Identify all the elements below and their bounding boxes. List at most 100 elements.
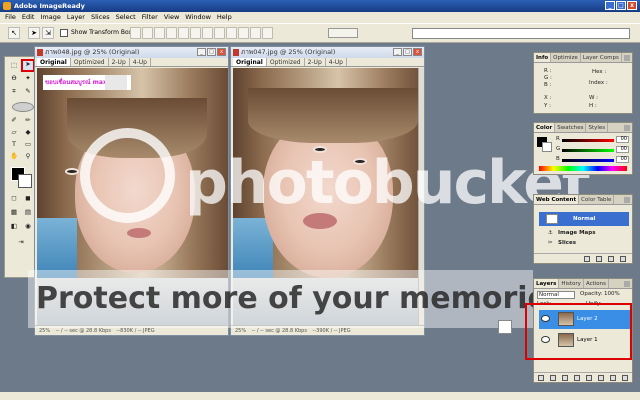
move-tool-icon[interactable]: ➤ [21, 59, 35, 72]
tab-optimized[interactable]: Optimized [267, 58, 305, 66]
tab-styles[interactable]: Styles [586, 123, 609, 132]
channel-b-value[interactable]: 00 [616, 156, 629, 163]
color-ramp[interactable] [539, 166, 627, 171]
color-bg-swatch[interactable] [542, 142, 552, 152]
document-minimize-button[interactable]: _ [197, 48, 206, 56]
distribute-top-icon[interactable] [202, 27, 213, 39]
align-top-icon[interactable] [130, 27, 141, 39]
background-color-swatch[interactable] [18, 174, 32, 188]
zoom-level[interactable]: 25% [39, 328, 50, 334]
type-tool-icon[interactable]: T [8, 139, 20, 149]
panel-close-icon[interactable] [624, 197, 630, 203]
new-layer-icon[interactable] [610, 375, 616, 381]
palette-well[interactable] [412, 28, 630, 39]
panel-close-icon[interactable] [624, 55, 630, 61]
tab-original[interactable]: Original [37, 58, 71, 66]
tab-optimize[interactable]: Optimize [551, 53, 581, 62]
document-title-bar[interactable]: ภาพ047.jpg @ 25% (Original) _ □ x [231, 47, 424, 58]
layer-mask-icon[interactable] [562, 375, 568, 381]
zoom-tool-icon[interactable]: ⚲ [22, 151, 34, 161]
standard-mode-icon[interactable]: ◻ [8, 193, 20, 203]
tab-2-up[interactable]: 2-Up [305, 58, 326, 66]
new-slice-icon[interactable] [584, 256, 590, 262]
panel-close-icon[interactable] [624, 125, 630, 131]
align-middle-icon[interactable] [142, 27, 153, 39]
channel-b-slider[interactable] [562, 159, 614, 162]
zoom-level[interactable]: 25% [235, 328, 246, 334]
slice-tool-icon[interactable]: ✎ [22, 86, 34, 96]
distribute-right-icon[interactable] [262, 27, 273, 39]
tab-history[interactable]: History [559, 279, 584, 288]
menu-view[interactable]: View [161, 12, 182, 23]
maximize-button[interactable]: □ [616, 1, 626, 10]
align-bottom-icon[interactable] [154, 27, 165, 39]
select-arrow-icon[interactable]: ➤ [28, 27, 40, 39]
menu-slices[interactable]: Slices [88, 12, 113, 23]
menu-filter[interactable]: Filter [139, 12, 161, 23]
image-map-visibility-icon[interactable]: ▦ [8, 207, 20, 217]
duplicate-icon[interactable] [608, 256, 614, 262]
minimize-button[interactable]: _ [605, 1, 615, 10]
menu-layer[interactable]: Layer [64, 12, 88, 23]
distribute-middle-icon[interactable] [214, 27, 225, 39]
opacity-value[interactable]: 100% [604, 291, 620, 297]
tab-info[interactable]: Info [534, 53, 552, 62]
distribute-bottom-icon[interactable] [226, 27, 237, 39]
layer-set-icon[interactable] [574, 375, 580, 381]
pencil-tool-icon[interactable]: ✏ [22, 115, 34, 125]
crop-tool-icon[interactable]: ⌗ [8, 86, 20, 96]
lasso-tool-icon[interactable]: ϴ [8, 73, 20, 83]
link-layers-icon[interactable] [538, 375, 544, 381]
web-content-normal-row[interactable]: Normal [539, 212, 629, 226]
move-tool-preset-icon[interactable]: ↖ [8, 27, 20, 39]
shape-tool-icon[interactable]: ▭ [22, 139, 34, 149]
align-right-icon[interactable] [190, 27, 201, 39]
document-maximize-button[interactable]: □ [207, 48, 216, 56]
brush-tool-icon[interactable]: ✐ [8, 115, 20, 125]
tab-layers[interactable]: Layers [534, 279, 560, 288]
menu-image[interactable]: Image [37, 12, 63, 23]
tab-2-up[interactable]: 2-Up [109, 58, 130, 66]
menu-select[interactable]: Select [113, 12, 139, 23]
tab-optimized[interactable]: Optimized [71, 58, 109, 66]
document-close-button[interactable]: x [413, 48, 422, 56]
channel-r-slider[interactable] [562, 139, 614, 142]
quick-mask-icon[interactable]: ◼ [22, 193, 34, 203]
new-rollover-icon[interactable] [596, 256, 602, 262]
hand-tool-icon[interactable]: ✋ [8, 151, 20, 161]
align-center-icon[interactable] [178, 27, 189, 39]
jump-to-photoshop-icon[interactable]: ⇥ [15, 237, 27, 247]
menu-help[interactable]: Help [214, 12, 235, 23]
tab-original[interactable]: Original [233, 58, 267, 66]
paint-bucket-icon[interactable]: ◆ [22, 127, 34, 137]
document-maximize-button[interactable]: □ [403, 48, 412, 56]
tab-swatches[interactable]: Swatches [555, 123, 587, 132]
adjustment-layer-icon[interactable] [586, 375, 592, 381]
tab-web-content[interactable]: Web Content [534, 195, 580, 204]
delete-layer-icon[interactable] [622, 375, 628, 381]
tab-color-table[interactable]: Color Table [579, 195, 615, 204]
tab-4-up[interactable]: 4-Up [326, 58, 347, 66]
preview-browser-icon[interactable]: ◉ [22, 221, 34, 231]
slices-item[interactable]: Slices [558, 240, 576, 246]
channel-r-value[interactable]: 00 [616, 136, 629, 143]
close-button[interactable]: x [627, 1, 637, 10]
trash-icon[interactable] [620, 256, 626, 262]
tab-actions[interactable]: Actions [584, 279, 610, 288]
eraser-tool-icon[interactable]: ▱ [8, 127, 20, 137]
tab-layer-comps[interactable]: Layer Comps [581, 53, 622, 62]
image-maps-item[interactable]: Image Maps [558, 230, 595, 236]
menu-window[interactable]: Window [182, 12, 214, 23]
document-close-button[interactable]: x [217, 48, 226, 56]
menu-edit[interactable]: Edit [19, 12, 38, 23]
channel-g-slider[interactable] [562, 149, 614, 152]
distribute-left-icon[interactable] [238, 27, 249, 39]
marquee-tool-icon[interactable]: ⬚ [8, 60, 20, 70]
panel-close-icon[interactable] [624, 281, 630, 287]
align-left-icon[interactable] [166, 27, 177, 39]
tab-color[interactable]: Color [534, 123, 556, 132]
blend-mode-select[interactable]: Normal [537, 291, 575, 299]
show-transform-box-checkbox[interactable] [60, 29, 68, 37]
slice-visibility-icon[interactable]: ▤ [22, 207, 34, 217]
preview-document-icon[interactable]: ◧ [8, 221, 20, 231]
